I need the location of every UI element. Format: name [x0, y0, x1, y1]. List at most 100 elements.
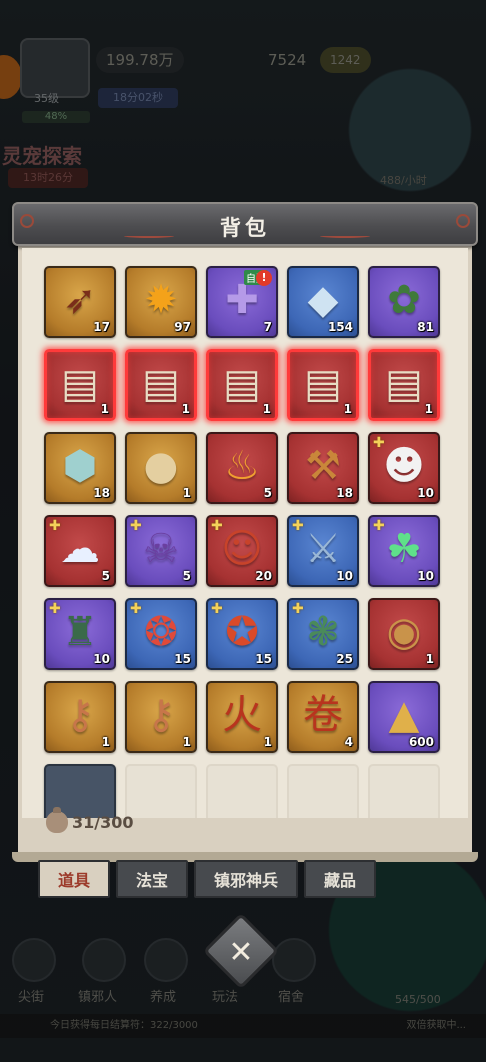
item-slot[interactable]: ☠ ✚ 5: [125, 515, 197, 587]
item-quantity: 5: [182, 569, 191, 583]
item-slot[interactable]: ⚷ 1: [44, 681, 116, 753]
upgrade-star-icon: ✚: [292, 518, 304, 534]
empty-slot: [287, 764, 359, 818]
empty-slot: [125, 764, 197, 818]
upgrade-star-icon: ✚: [373, 435, 385, 451]
item-slot[interactable]: ▤ 1: [125, 349, 197, 421]
item-quantity: 81: [417, 320, 434, 334]
item-slot[interactable]: ⚒ 18: [287, 432, 359, 504]
item-quantity: 4: [344, 735, 353, 749]
inventory-area[interactable]: ➶17✹97✚自选!7◆154✿81▤1▤1▤1▤1▤1⬢18●1♨5⚒18☻✚…: [22, 248, 468, 818]
herb-plant-icon: ✿: [387, 277, 421, 323]
item-slot[interactable]: ☁ ✚ 5: [44, 515, 116, 587]
item-slot[interactable]: ❂ ✚ 15: [125, 598, 197, 670]
tab-2[interactable]: 镇邪神兵: [194, 860, 299, 898]
item-quantity: 15: [255, 652, 272, 666]
item-slot[interactable]: ◆ 154: [287, 266, 359, 338]
item-quantity: 154: [327, 320, 353, 334]
item-slot[interactable]: ♨ 5: [206, 432, 278, 504]
item-quantity: 25: [336, 652, 353, 666]
tab-0[interactable]: 道具: [38, 860, 111, 898]
seal-document-icon: 卷: [303, 692, 343, 738]
item-quantity: 1: [182, 735, 191, 749]
capacity-indicator: 31/300: [46, 807, 134, 834]
panel-title: 背包: [220, 216, 270, 240]
item-slot[interactable]: ✪ ✚ 15: [206, 598, 278, 670]
bag-panel: 背包 ➶17✹97✚自选!7◆154✿81▤1▤1▤1▤1▤1⬢18●1♨5⚒1…: [12, 202, 478, 862]
item-slot[interactable]: ☻ ✚ 10: [368, 432, 440, 504]
upgrade-star-icon: ✚: [292, 601, 304, 617]
item-quantity: 18: [93, 486, 110, 500]
empty-slot: [206, 764, 278, 818]
gold-sand-icon: ▲: [388, 692, 420, 738]
item-quantity: 1: [100, 402, 109, 416]
item-slot[interactable]: ☺ ✚ 20: [206, 515, 278, 587]
upgrade-star-icon: ✚: [211, 601, 223, 617]
scroll-icon: ▤: [142, 361, 180, 407]
key-icon: ⚷: [146, 692, 176, 738]
item-slot[interactable]: 火1: [206, 681, 278, 753]
elixir-bottle-icon: ♨: [224, 443, 260, 489]
item-slot[interactable]: ⚔ ✚ 10: [287, 515, 359, 587]
scroll-icon: ▤: [304, 361, 342, 407]
item-quantity: 1: [425, 652, 434, 666]
item-quantity: 600: [408, 735, 434, 749]
item-slot[interactable]: ▤ 1: [368, 349, 440, 421]
item-slot[interactable]: ☘ ✚ 10: [368, 515, 440, 587]
item-slot[interactable]: ▲ 600: [368, 681, 440, 753]
item-quantity: 1: [262, 402, 271, 416]
close-icon[interactable]: ✕: [214, 926, 268, 980]
empty-slot: [368, 764, 440, 818]
item-quantity: 1: [182, 486, 191, 500]
item-slot[interactable]: ⚷ 1: [125, 681, 197, 753]
alert-badge: !: [256, 270, 272, 286]
item-slot[interactable]: ❃ ✚ 25: [287, 598, 359, 670]
panel-header: 背包: [12, 202, 478, 246]
item-slot[interactable]: ♜ ✚ 10: [44, 598, 116, 670]
upgrade-star-icon: ✚: [373, 518, 385, 534]
tab-3[interactable]: 藏品: [304, 860, 377, 898]
item-slot[interactable]: ● 1: [125, 432, 197, 504]
item-slot[interactable]: ▤ 1: [44, 349, 116, 421]
item-quantity: 18: [336, 486, 353, 500]
bag-icon: [46, 807, 68, 833]
item-grid: ➶17✹97✚自选!7◆154✿81▤1▤1▤1▤1▤1⬢18●1♨5⚒18☻✚…: [44, 266, 444, 818]
item-quantity: 10: [417, 569, 434, 583]
item-quantity: 7: [263, 320, 272, 334]
upgrade-star-icon: ✚: [49, 518, 61, 534]
item-quantity: 10: [93, 652, 110, 666]
item-quantity: 1: [343, 402, 352, 416]
item-quantity: 5: [263, 486, 272, 500]
key-icon: ⚷: [65, 692, 95, 738]
item-slot[interactable]: ◉ 1: [368, 598, 440, 670]
item-slot[interactable]: 卷4: [287, 681, 359, 753]
item-slot[interactable]: ✹ 97: [125, 266, 197, 338]
item-slot[interactable]: ⬢ 18: [44, 432, 116, 504]
scroll-icon: ▤: [61, 361, 99, 407]
item-quantity: 20: [255, 569, 272, 583]
item-quantity: 1: [424, 402, 433, 416]
scroll-icon: ▤: [223, 361, 261, 407]
upgrade-star-icon: ✚: [211, 518, 223, 534]
item-quantity: 1: [101, 735, 110, 749]
item-slot[interactable]: ➶ 17: [44, 266, 116, 338]
bronze-mirror-icon: ◉: [386, 609, 422, 655]
scroll-icon: ▤: [385, 361, 423, 407]
item-quantity: 1: [181, 402, 190, 416]
item-quantity: 10: [417, 486, 434, 500]
upgrade-star-icon: ✚: [130, 518, 142, 534]
crystal-orb-icon: ●: [143, 443, 179, 489]
upgrade-star-icon: ✚: [130, 601, 142, 617]
tab-1[interactable]: 法宝: [116, 860, 189, 898]
item-slot[interactable]: ✿ 81: [368, 266, 440, 338]
item-slot[interactable]: ▤ 1: [206, 349, 278, 421]
bag-tabs: 道具 法宝 镇邪神兵 藏品: [38, 860, 377, 898]
item-slot[interactable]: ✚自选!7: [206, 266, 278, 338]
crystal-shard-icon: ◆: [307, 277, 339, 323]
item-quantity: 5: [101, 569, 110, 583]
upgrade-star-icon: ✚: [49, 601, 61, 617]
item-quantity: 97: [174, 320, 191, 334]
fire-talisman-icon: 火: [222, 692, 262, 738]
item-quantity: 17: [93, 320, 110, 334]
item-slot[interactable]: ▤ 1: [287, 349, 359, 421]
